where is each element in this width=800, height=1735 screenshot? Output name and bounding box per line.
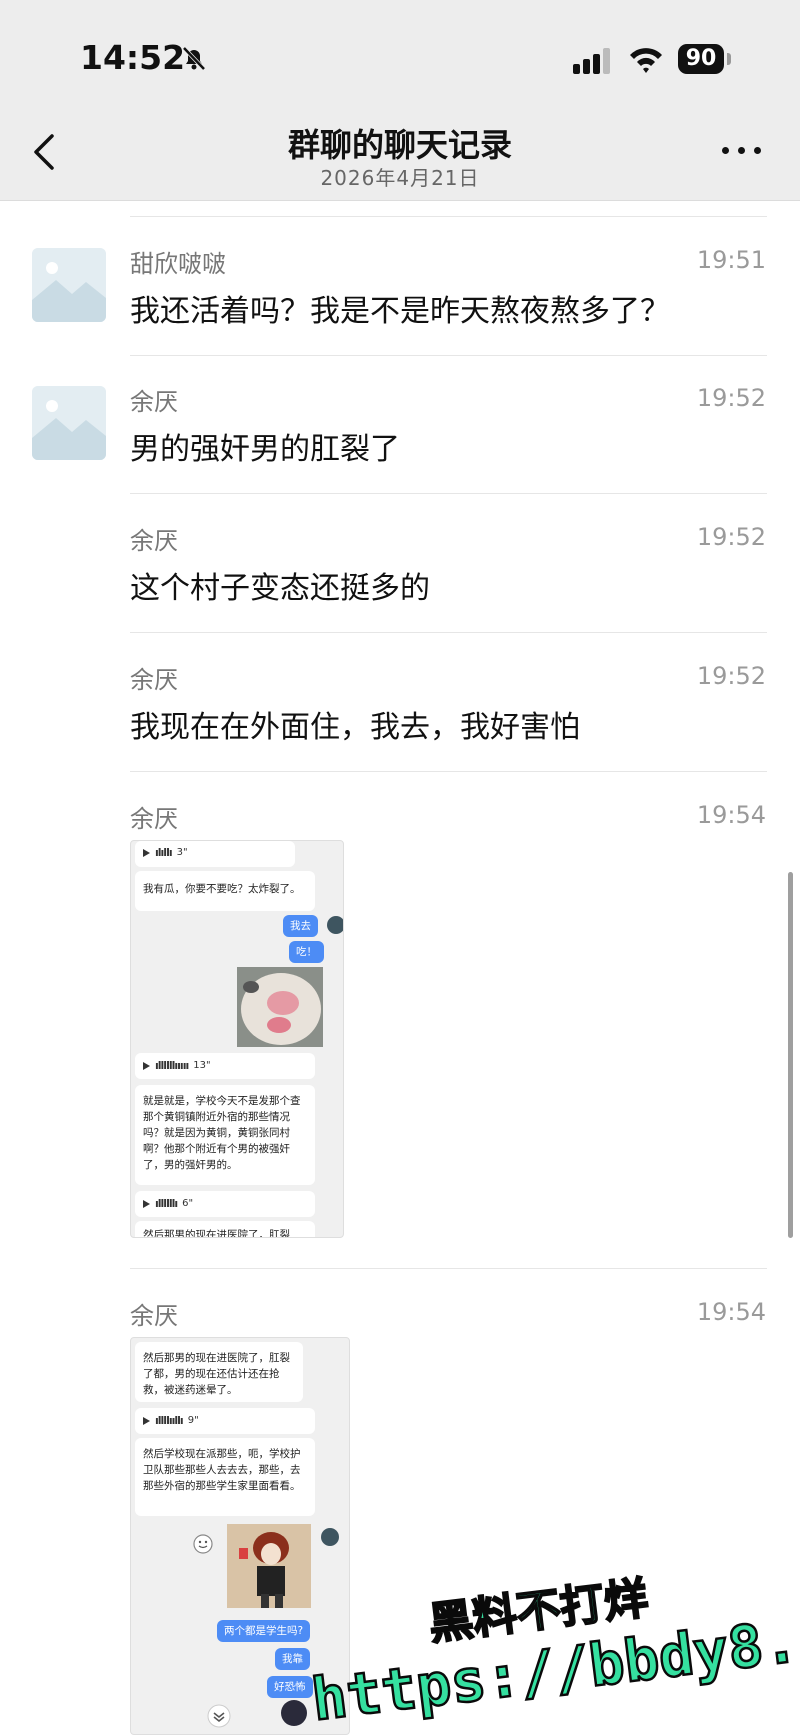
wifi-icon (630, 48, 662, 73)
dot-icon (754, 147, 761, 154)
play-icon (143, 1062, 150, 1070)
avatar (327, 916, 343, 934)
dot-icon (738, 147, 745, 154)
avatar (321, 1528, 339, 1546)
chat-bubble-sent: 我去 (283, 915, 318, 937)
scrollbar[interactable] (788, 872, 793, 1238)
message-time: 19:54 (696, 801, 766, 829)
message-time: 19:52 (696, 523, 766, 551)
chat-bubble-sent: 两个都是学生吗? (217, 1620, 311, 1642)
message-time: 19:52 (696, 384, 766, 412)
divider (130, 493, 767, 494)
sender-name: 余厌 (130, 1302, 178, 1330)
message-time: 19:52 (696, 662, 766, 690)
voice-message[interactable]: ıllllııllı 9" (135, 1408, 315, 1434)
message-time: 19:51 (696, 246, 766, 274)
chat-bubble: 就是就是，学校今天不是发那个查那个黄铜镇附近外宿的那些情况吗？就是因为黄铜，黄铜… (135, 1085, 315, 1185)
sender-name: 余厌 (130, 666, 178, 694)
emoji-icon[interactable] (193, 1534, 213, 1554)
voice-duration: 9" (187, 1415, 199, 1426)
status-time: 14:52 (80, 38, 186, 77)
waveform-icon: ıllllllııııı (155, 1059, 189, 1072)
battery-tip (727, 53, 731, 65)
sender-name: 余厌 (130, 388, 178, 416)
message-text: 我现在在外面住，我去，我好害怕 (130, 710, 580, 745)
sender-name: 余厌 (130, 527, 178, 555)
divider (130, 632, 767, 633)
scroll-down-icon[interactable] (207, 1704, 231, 1728)
avatar (281, 1700, 307, 1726)
avatar-placeholder-icon[interactable] (32, 386, 106, 460)
waveform-icon: ılıllı (155, 846, 173, 859)
voice-message[interactable]: ılıllı 3" (135, 841, 295, 867)
play-icon (143, 1417, 150, 1425)
chat-bubble: 我有瓜，你要不要吃？太炸裂了。 (135, 871, 315, 911)
status-bar: 14:52 90 (0, 0, 800, 100)
sender-name: 甜欣啵啵 (130, 250, 226, 278)
chat-bubble: 然后学校现在派那些，呃，学校护卫队那些那些人去去去，那些，去那些外宿的那些学生家… (135, 1438, 315, 1516)
message-text: 男的强奸男的肛裂了 (130, 432, 400, 467)
message-time: 19:54 (696, 1298, 766, 1326)
sender-name: 余厌 (130, 805, 178, 833)
message-text: 我还活着吗？我是不是昨天熬夜熬多了？ (130, 294, 670, 329)
divider (130, 771, 767, 772)
voice-message[interactable]: ıllllllı 6" (135, 1191, 315, 1217)
voice-message[interactable]: ıllllllııııı 13" (135, 1053, 315, 1079)
screenshot-image[interactable]: ılıllı 3" 我有瓜，你要不要吃？太炸裂了。 我去 吃！ ıllllllıı… (130, 840, 344, 1238)
page-date: 2026年4月21日 (320, 166, 480, 190)
chat-bubble-sent: 吃！ (289, 941, 324, 963)
cellular-signal-icon (573, 48, 610, 74)
divider (130, 355, 767, 356)
voice-duration: 6" (182, 1198, 194, 1209)
play-icon (143, 849, 150, 857)
bell-off-icon (182, 46, 206, 71)
waveform-icon: ıllllllı (155, 1197, 178, 1210)
nav-bar: 群聊的聊天记录 2026年4月21日 (0, 100, 800, 201)
play-icon (143, 1200, 150, 1208)
more-options-button[interactable] (720, 140, 764, 160)
voice-duration: 13" (193, 1060, 211, 1071)
cat-sticker-image (237, 967, 323, 1047)
anime-character-image (227, 1524, 311, 1608)
page-title: 群聊的聊天记录 (287, 126, 512, 164)
chat-bubble: 然后那男的现在进医院了，肛裂了都，男的现在还估计还在抢救，被迷药迷晕了。 (135, 1342, 303, 1402)
waveform-icon: ıllllııllı (155, 1414, 184, 1427)
message-text: 这个村子变态还挺多的 (130, 571, 430, 606)
avatar-placeholder-icon[interactable] (32, 248, 106, 322)
divider (130, 216, 767, 217)
divider (130, 1268, 767, 1269)
chat-bubble: 然后那男的现在进医院了，肛裂 (135, 1221, 315, 1237)
battery-indicator: 90 (678, 44, 724, 74)
dot-icon (722, 147, 729, 154)
chat-bubble-sent: 好恐怖 (267, 1676, 313, 1698)
chat-bubble-sent: 我靠 (275, 1648, 310, 1670)
voice-duration: 3" (176, 847, 188, 858)
